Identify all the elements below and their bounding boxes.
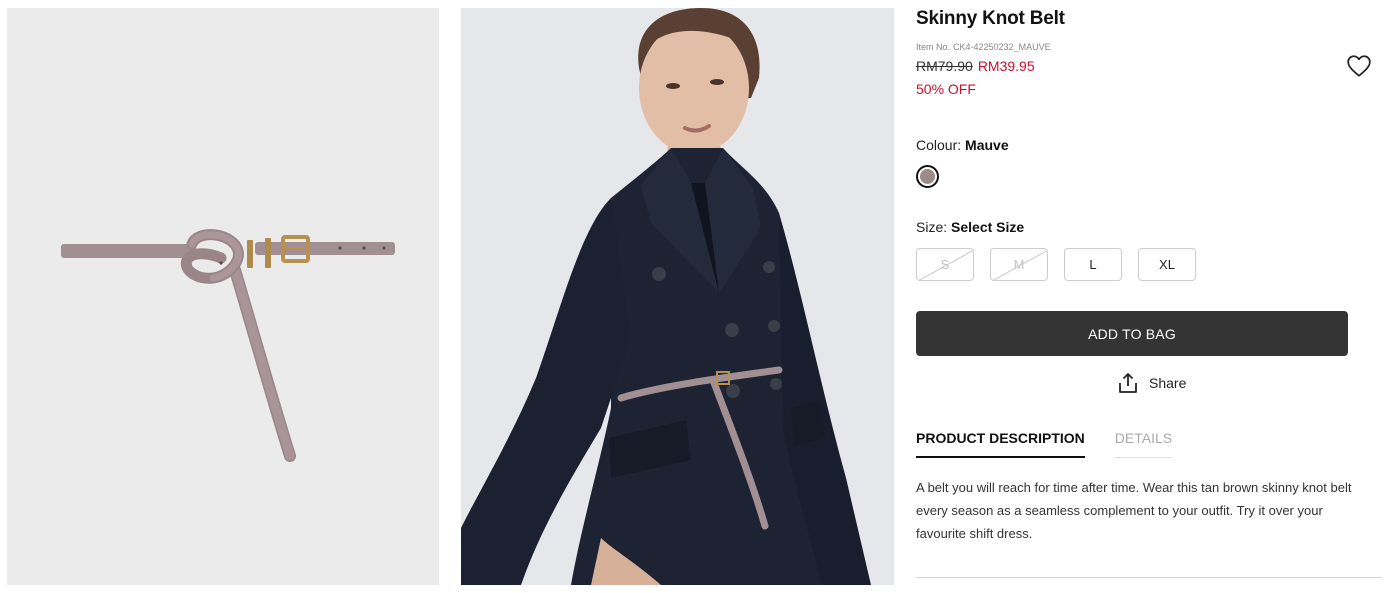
belt-product-image[interactable]: [7, 8, 439, 585]
tab-product-description[interactable]: PRODUCT DESCRIPTION: [916, 430, 1085, 458]
size-label: Size:: [916, 219, 948, 235]
sale-price: RM39.95: [977, 58, 1035, 74]
colour-selector-label: Colour: Mauve: [916, 137, 1009, 153]
swatch-fill: [920, 169, 935, 184]
item-number: Item No. CK4-42250232_MAUVE: [916, 42, 1051, 52]
size-selected: Select Size: [951, 219, 1025, 235]
price-row: RM79.90 RM39.95: [916, 58, 1035, 74]
belt-illustration: [61, 229, 395, 462]
item-number-label: Item No.: [916, 42, 951, 52]
colour-swatch-mauve[interactable]: [916, 165, 939, 188]
product-description-text: A belt you will reach for time after tim…: [916, 480, 1352, 541]
size-option-l[interactable]: L: [1064, 248, 1122, 281]
add-to-bag-button[interactable]: ADD TO BAG: [916, 311, 1348, 356]
heart-outline-icon: [1347, 55, 1371, 77]
original-price: RM79.90: [916, 58, 973, 74]
size-option-m[interactable]: M: [990, 248, 1048, 281]
model-wearing-belt-image[interactable]: [461, 8, 894, 585]
tab-details[interactable]: DETAILS: [1114, 430, 1173, 458]
discount-badge: 50% OFF: [916, 81, 976, 97]
size-options: S M L XL: [916, 248, 1196, 281]
size-selector-label: Size: Select Size: [916, 219, 1024, 235]
product-title: Skinny Knot Belt: [916, 8, 1065, 29]
item-number-value: CK4-42250232_MAUVE: [953, 42, 1051, 52]
product-info-panel: Skinny Knot Belt Item No. CK4-42250232_MA…: [916, 0, 1382, 593]
colour-label: Colour:: [916, 137, 962, 153]
share-button[interactable]: Share: [1116, 371, 1186, 395]
divider: [916, 577, 1382, 578]
product-tabs: PRODUCT DESCRIPTION DETAILS: [916, 430, 1173, 458]
wishlist-button[interactable]: [1346, 53, 1372, 79]
share-label: Share: [1149, 375, 1187, 391]
share-upload-icon: [1119, 373, 1137, 393]
colour-selected: Mauve: [965, 137, 1009, 153]
model-illustration: [461, 8, 894, 585]
size-option-s[interactable]: S: [916, 248, 974, 281]
size-option-xl[interactable]: XL: [1138, 248, 1196, 281]
